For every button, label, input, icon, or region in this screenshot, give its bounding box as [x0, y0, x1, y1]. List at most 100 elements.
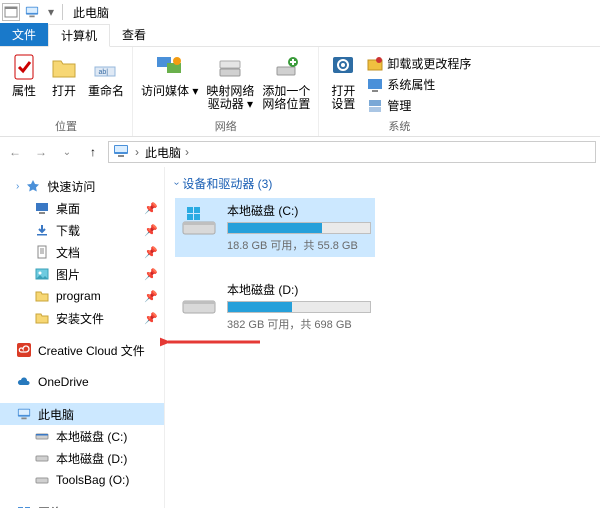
- svg-text:ab|: ab|: [99, 69, 109, 76]
- section-header-label: 设备和驱动器 (3): [182, 175, 272, 192]
- properties-button[interactable]: 属性: [8, 51, 40, 116]
- manage-button[interactable]: 管理: [367, 97, 471, 114]
- nav-network[interactable]: 网络: [0, 501, 164, 508]
- group-name-system: 系统: [388, 118, 410, 134]
- onedrive-icon: [16, 374, 32, 390]
- nav-history-button[interactable]: ⌄: [56, 141, 78, 163]
- chevron-down-icon: ›: [171, 182, 182, 185]
- desktop-icon: [34, 200, 50, 216]
- drive-icon: [34, 472, 50, 488]
- pictures-icon: [34, 266, 50, 282]
- nav-label: 图片: [56, 266, 80, 283]
- breadcrumb-label: 此电脑: [145, 144, 181, 161]
- tab-view[interactable]: 查看: [110, 23, 158, 46]
- explorer-body: › 快速访问 桌面📌 下载📌 文档📌 图片📌 program📌 安装文件📌 Cr…: [0, 167, 600, 508]
- nav-up-button[interactable]: ↑: [82, 141, 104, 163]
- tab-computer[interactable]: 计算机: [48, 24, 110, 47]
- map-drive-button[interactable]: 映射网络驱动器 ▾: [206, 51, 254, 116]
- ribbon-tabs: 文件 计算机 查看: [0, 24, 600, 47]
- nav-pictures[interactable]: 图片 📌: [0, 263, 164, 285]
- open-settings-label: 打开设置: [331, 85, 355, 111]
- open-settings-button[interactable]: 打开设置: [327, 51, 359, 116]
- nav-creative-cloud[interactable]: Creative Cloud 文件: [0, 339, 164, 361]
- access-media-button[interactable]: 访问媒体 ▾: [141, 51, 198, 116]
- group-name-network: 网络: [215, 118, 237, 134]
- nav-program[interactable]: program📌: [0, 285, 164, 307]
- map-drive-icon: [214, 51, 246, 83]
- usage-bar: [227, 222, 371, 234]
- folder-icon: [34, 288, 50, 304]
- nav-back-button[interactable]: ←: [4, 141, 26, 163]
- open-label: 打开: [52, 85, 76, 98]
- drive-name: 本地磁盘 (D:): [227, 281, 371, 298]
- drive-d[interactable]: 本地磁盘 (D:) 382 GB 可用，共 698 GB: [175, 277, 375, 336]
- add-network-icon: [270, 51, 302, 83]
- drive-list: 本地磁盘 (C:) 18.8 GB 可用，共 55.8 GB 本地磁盘 (D:)…: [175, 198, 590, 336]
- nav-label: program: [56, 289, 101, 303]
- star-icon: [25, 178, 41, 194]
- nav-documents[interactable]: 文档 📌: [0, 241, 164, 263]
- address-box[interactable]: › 此电脑 ›: [108, 141, 596, 163]
- system-properties-button[interactable]: 系统属性: [367, 76, 471, 93]
- title-bar: ▾ 此电脑: [0, 0, 600, 24]
- window-title: 此电脑: [73, 4, 109, 21]
- pin-icon: 📌: [144, 224, 158, 237]
- nav-label: 此电脑: [38, 406, 74, 423]
- nav-downloads[interactable]: 下载📌: [0, 219, 164, 241]
- nav-drive-d[interactable]: 本地磁盘 (D:): [0, 447, 164, 469]
- breadcrumb-this-pc[interactable]: 此电脑 ›: [145, 144, 189, 161]
- pin-icon: 📌: [144, 246, 158, 259]
- chevron-right-icon: ›: [16, 181, 19, 192]
- uninstall-label: 卸载或更改程序: [387, 55, 471, 72]
- nav-install[interactable]: 安装文件📌: [0, 307, 164, 329]
- nav-drive-toolsbag[interactable]: ToolsBag (O:): [0, 469, 164, 491]
- properties-label: 属性: [12, 85, 36, 98]
- nav-label: 快速访问: [47, 178, 95, 195]
- nav-label: ToolsBag (O:): [56, 473, 129, 487]
- drive-c[interactable]: 本地磁盘 (C:) 18.8 GB 可用，共 55.8 GB: [175, 198, 375, 257]
- folder-icon: [34, 310, 50, 326]
- ribbon-group-network: 访问媒体 ▾ 映射网络驱动器 ▾ 添加一个网络位置 网络: [133, 47, 319, 136]
- nav-forward-button[interactable]: →: [30, 141, 52, 163]
- manage-icon: [367, 98, 383, 114]
- nav-desktop[interactable]: 桌面📌: [0, 197, 164, 219]
- nav-label: 本地磁盘 (C:): [56, 428, 127, 445]
- chevron-right-icon[interactable]: ›: [135, 145, 139, 159]
- ribbon-group-system: 打开设置 卸载或更改程序 系统属性 管理 系统: [319, 47, 479, 136]
- sys-props-icon: [367, 77, 383, 93]
- qat-dropdown-icon[interactable]: ▾: [44, 5, 58, 19]
- drive-free-text: 382 GB 可用，共 698 GB: [227, 316, 371, 332]
- access-media-label: 访问媒体 ▾: [141, 85, 198, 98]
- nav-label: 文档: [56, 244, 80, 261]
- pin-icon: 📌: [144, 268, 158, 281]
- nav-drive-c[interactable]: 本地磁盘 (C:): [0, 425, 164, 447]
- uninstall-programs-button[interactable]: 卸载或更改程序: [367, 55, 471, 72]
- navigation-pane: › 快速访问 桌面📌 下载📌 文档📌 图片📌 program📌 安装文件📌 Cr…: [0, 167, 165, 508]
- address-bar: ← → ⌄ ↑ › 此电脑 ›: [0, 137, 600, 167]
- rename-icon: ab|: [90, 51, 122, 83]
- drive-name: 本地磁盘 (C:): [227, 202, 371, 219]
- window-icon: [2, 3, 20, 21]
- drive-free-text: 18.8 GB 可用，共 55.8 GB: [227, 237, 371, 253]
- manage-label: 管理: [387, 97, 411, 114]
- drive-icon: [34, 428, 50, 444]
- pin-icon: 📌: [144, 202, 158, 215]
- rename-button[interactable]: ab| 重命名: [88, 51, 124, 116]
- nav-onedrive[interactable]: OneDrive: [0, 371, 164, 393]
- nav-quick-access[interactable]: › 快速访问: [0, 175, 164, 197]
- tab-file[interactable]: 文件: [0, 23, 48, 46]
- open-folder-icon: [48, 51, 80, 83]
- nav-label: 本地磁盘 (D:): [56, 450, 127, 467]
- download-icon: [34, 222, 50, 238]
- add-network-label: 添加一个网络位置: [262, 85, 310, 111]
- drive-icon: [179, 281, 219, 321]
- open-button[interactable]: 打开: [48, 51, 80, 116]
- section-header-devices[interactable]: › 设备和驱动器 (3): [175, 175, 590, 192]
- drive-icon: [34, 450, 50, 466]
- ribbon: 属性 打开 ab| 重命名 位置 访问媒体 ▾: [0, 47, 600, 137]
- nav-this-pc[interactable]: 此电脑: [0, 403, 164, 425]
- chevron-right-icon: ›: [185, 145, 189, 159]
- usage-bar: [227, 301, 371, 313]
- rename-label: 重命名: [88, 85, 124, 98]
- add-network-location-button[interactable]: 添加一个网络位置: [262, 51, 310, 116]
